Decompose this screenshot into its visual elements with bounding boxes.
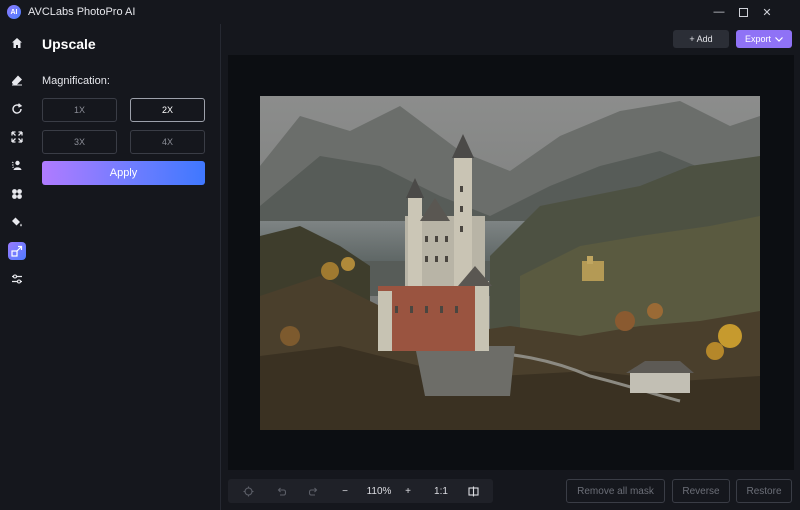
redo-icon[interactable]: [305, 483, 321, 499]
magnification-2x-button[interactable]: 2X: [130, 98, 205, 122]
add-button[interactable]: + Add: [673, 30, 729, 48]
close-icon[interactable]: ✕: [759, 4, 775, 20]
minimize-icon[interactable]: —: [711, 4, 727, 20]
panel-title: Upscale: [42, 36, 96, 52]
zoom-out-button[interactable]: −: [337, 483, 353, 499]
actual-size-button[interactable]: 1:1: [430, 483, 452, 499]
castle-photo: [260, 96, 760, 430]
refresh-icon[interactable]: [8, 100, 26, 118]
export-label: Export: [744, 34, 771, 44]
zoom-level: 110%: [366, 485, 392, 497]
sliders-icon[interactable]: [8, 270, 26, 288]
panel-divider: [220, 24, 221, 510]
tool-rail: [0, 24, 34, 510]
expand-icon[interactable]: [8, 128, 26, 146]
magnification-1x-button[interactable]: 1X: [42, 98, 117, 122]
app-logo: AI: [7, 5, 21, 19]
magnification-4x-button[interactable]: 4X: [130, 130, 205, 154]
upscale-panel: Upscale Magnification: 1X 2X 3X 4X Apply: [34, 24, 220, 510]
chevron-down-icon: [775, 36, 783, 42]
paint-bucket-icon[interactable]: [8, 213, 26, 231]
magnification-3x-button[interactable]: 3X: [42, 130, 117, 154]
person-icon[interactable]: [8, 156, 26, 174]
pinwheel-icon[interactable]: [8, 185, 26, 203]
apply-button[interactable]: Apply: [42, 161, 205, 185]
remove-all-mask-button[interactable]: Remove all mask: [566, 479, 665, 503]
app-title: AVCLabs PhotoPro AI: [28, 6, 136, 18]
home-icon[interactable]: [8, 34, 26, 52]
zoom-in-button[interactable]: +: [400, 483, 416, 499]
title-bar: AI AVCLabs PhotoPro AI — ✕: [0, 0, 800, 24]
upscale-icon[interactable]: [8, 242, 26, 260]
reverse-button[interactable]: Reverse: [672, 479, 730, 503]
zoom-toolbar: − 110% + 1:1: [228, 479, 493, 503]
eraser-icon[interactable]: [8, 71, 26, 89]
magnification-label: Magnification:: [42, 75, 110, 87]
undo-icon[interactable]: [273, 483, 289, 499]
image-canvas[interactable]: [228, 55, 794, 470]
crosshair-icon[interactable]: [240, 483, 256, 499]
maximize-icon[interactable]: [735, 4, 751, 20]
export-button[interactable]: Export: [736, 30, 792, 48]
restore-button[interactable]: Restore: [736, 479, 792, 503]
compare-icon[interactable]: [465, 483, 481, 499]
